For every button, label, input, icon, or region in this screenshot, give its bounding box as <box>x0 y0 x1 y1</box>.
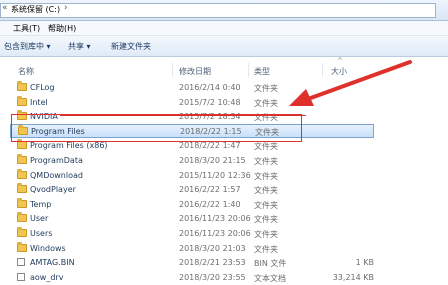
file-name: aow_drv <box>30 272 64 282</box>
file-date: 2018/3/20 23:55 <box>179 272 246 282</box>
file-size: 33,214 KB <box>332 272 374 282</box>
red-arrow-icon <box>289 60 412 106</box>
file-type: 文本文档 <box>254 273 286 283</box>
file-icon <box>17 272 25 281</box>
file-row[interactable]: aow_drv 2018/3/20 23:55 文本文档 33,214 KB <box>0 271 448 285</box>
